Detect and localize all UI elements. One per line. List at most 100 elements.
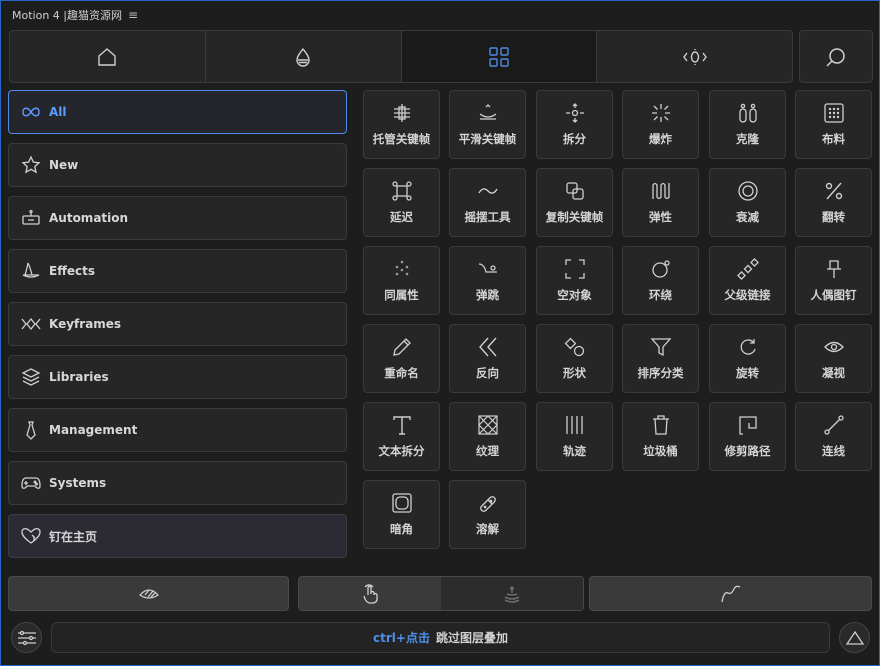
- sidebar-item-label: Libraries: [49, 370, 109, 384]
- tool-tile[interactable]: 托管关键帧: [363, 90, 440, 159]
- tool-tile[interactable]: 文本拆分: [363, 402, 440, 471]
- rotate-icon: [737, 336, 759, 358]
- tool-tile[interactable]: 暗角: [363, 480, 440, 549]
- tool-label: 重命名: [384, 366, 419, 380]
- tool-label: 凝视: [822, 366, 845, 380]
- tool-tile[interactable]: 复制关键帧: [536, 168, 613, 237]
- tool-tile[interactable]: 反向: [449, 324, 526, 393]
- collapse-button[interactable]: [839, 622, 870, 653]
- sidebar-item-automation[interactable]: Automation: [8, 196, 347, 240]
- null-object-icon: [564, 258, 586, 280]
- sidebar-item-all[interactable]: All: [8, 90, 347, 134]
- sidebar-item-pinned[interactable]: 钉在主页: [8, 514, 347, 558]
- tool-label: 弹性: [649, 210, 672, 224]
- tool-label: 父级链接: [724, 288, 771, 302]
- bounce-icon: [477, 258, 499, 280]
- tab-home[interactable]: [10, 31, 206, 82]
- triangle-up-icon: [845, 630, 864, 646]
- tool-label: 旋转: [736, 366, 759, 380]
- sidebar-item-label: 钉在主页: [49, 529, 98, 544]
- tool-tile[interactable]: 同属性: [363, 246, 440, 315]
- curve-button[interactable]: [589, 576, 872, 611]
- dissolve-icon: [477, 492, 499, 514]
- tool-tile[interactable]: 人偶图钉: [795, 246, 872, 315]
- hint-key: ctrl+点击: [373, 631, 430, 645]
- tool-label: 摇摆工具: [464, 210, 511, 224]
- tool-label: 纹理: [476, 444, 499, 458]
- text-icon: [391, 414, 413, 436]
- tool-tile[interactable]: 爆炸: [622, 90, 699, 159]
- sidebar-item-label: Management: [49, 423, 138, 437]
- vignette-icon: [391, 492, 413, 514]
- tool-label: 平滑关键帧: [458, 132, 517, 146]
- tool-tile[interactable]: 重命名: [363, 324, 440, 393]
- tool-tile[interactable]: 拆分: [536, 90, 613, 159]
- tool-tile[interactable]: 溶解: [449, 480, 526, 549]
- trash-icon: [650, 414, 672, 436]
- tool-tile[interactable]: 布料: [795, 90, 872, 159]
- tool-tile[interactable]: 摇摆工具: [449, 168, 526, 237]
- tool-label: 弹跳: [476, 288, 499, 302]
- tab-drop[interactable]: [206, 31, 402, 82]
- tool-tile[interactable]: 弹性: [622, 168, 699, 237]
- tool-tile[interactable]: 修剪路径: [709, 402, 786, 471]
- keyframes-icon: [21, 314, 41, 334]
- tool-tile[interactable]: 凝视: [795, 324, 872, 393]
- tool-label: 轨迹: [563, 444, 586, 458]
- tool-tile[interactable]: 克隆: [709, 90, 786, 159]
- tool-tile[interactable]: 空对象: [536, 246, 613, 315]
- tool-tile[interactable]: 纹理: [449, 402, 526, 471]
- tool-label: 环绕: [649, 288, 672, 302]
- tool-tile[interactable]: 弹跳: [449, 246, 526, 315]
- settings-button[interactable]: [11, 622, 42, 653]
- sidebar-item-libraries[interactable]: Libraries: [8, 355, 347, 399]
- sidebar-item-new[interactable]: New: [8, 143, 347, 187]
- tool-tile[interactable]: 连线: [795, 402, 872, 471]
- title-bar: Motion 4 |趣猫资源网 ≡: [12, 7, 138, 23]
- eye-swirl-button[interactable]: [8, 576, 289, 611]
- tool-label: 排序分类: [637, 366, 684, 380]
- tool-tile[interactable]: 旋转: [709, 324, 786, 393]
- robot-icon: [21, 208, 41, 228]
- search-button[interactable]: [799, 30, 873, 83]
- tool-tile[interactable]: 翻转: [795, 168, 872, 237]
- sidebar-item-label: Systems: [49, 476, 107, 490]
- shortcut-hint: ctrl+点击 跳过图层叠加: [51, 622, 830, 653]
- keyframe-zero-icon: [682, 46, 708, 68]
- curve-icon: [720, 583, 742, 605]
- tool-tile[interactable]: 平滑关键帧: [449, 90, 526, 159]
- split-icon: [564, 102, 586, 124]
- tool-label: 人偶图钉: [810, 288, 857, 302]
- touch-mode-button[interactable]: [299, 577, 441, 610]
- tool-tile[interactable]: 形状: [536, 324, 613, 393]
- tool-tile[interactable]: 轨迹: [536, 402, 613, 471]
- tool-label: 暗角: [390, 522, 413, 536]
- tool-label: 托管关键帧: [372, 132, 431, 146]
- tool-tile[interactable]: 垃圾桶: [622, 402, 699, 471]
- water-drop-icon: [292, 46, 314, 68]
- tool-label: 修剪路径: [724, 444, 771, 458]
- tool-label: 垃圾桶: [643, 444, 678, 458]
- home-icon: [96, 46, 118, 68]
- tab-grid[interactable]: [401, 31, 598, 82]
- sidebar-item-keyframes[interactable]: Keyframes: [8, 302, 347, 346]
- tool-label: 复制关键帧: [545, 210, 604, 224]
- tool-label: 延迟: [390, 210, 413, 224]
- tab-keyframe[interactable]: [597, 31, 792, 82]
- sidebar-item-effects[interactable]: Effects: [8, 249, 347, 293]
- menu-icon[interactable]: ≡: [128, 8, 138, 22]
- tool-label: 布料: [822, 132, 845, 146]
- sidebar-item-systems[interactable]: Systems: [8, 461, 347, 505]
- layer-stack-button[interactable]: [441, 577, 583, 610]
- tool-tile[interactable]: 衰减: [709, 168, 786, 237]
- tool-tile[interactable]: 父级链接: [709, 246, 786, 315]
- tool-tile[interactable]: 环绕: [622, 246, 699, 315]
- sidebar-item-management[interactable]: Management: [8, 408, 347, 452]
- tool-label: 连线: [822, 444, 845, 458]
- tool-tile[interactable]: 排序分类: [622, 324, 699, 393]
- falloff-icon: [737, 180, 759, 202]
- stack-icon: [21, 367, 41, 387]
- tool-tile[interactable]: 延迟: [363, 168, 440, 237]
- trail-icon: [564, 414, 586, 436]
- search-icon: [825, 46, 847, 68]
